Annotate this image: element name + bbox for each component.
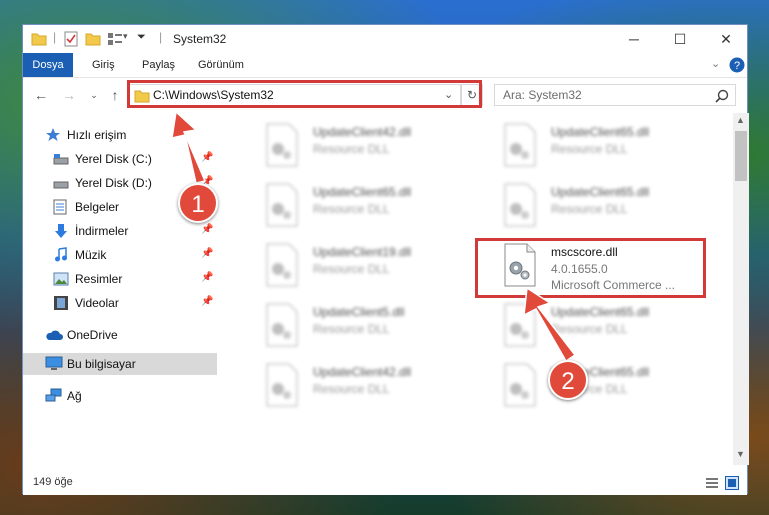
arrow-1-icon <box>171 110 207 184</box>
arrow-2-icon <box>523 286 577 363</box>
annotation-arrows <box>171 110 577 363</box>
step-2-badge: 2 <box>548 360 588 400</box>
step-1-badge: 1 <box>178 183 218 223</box>
